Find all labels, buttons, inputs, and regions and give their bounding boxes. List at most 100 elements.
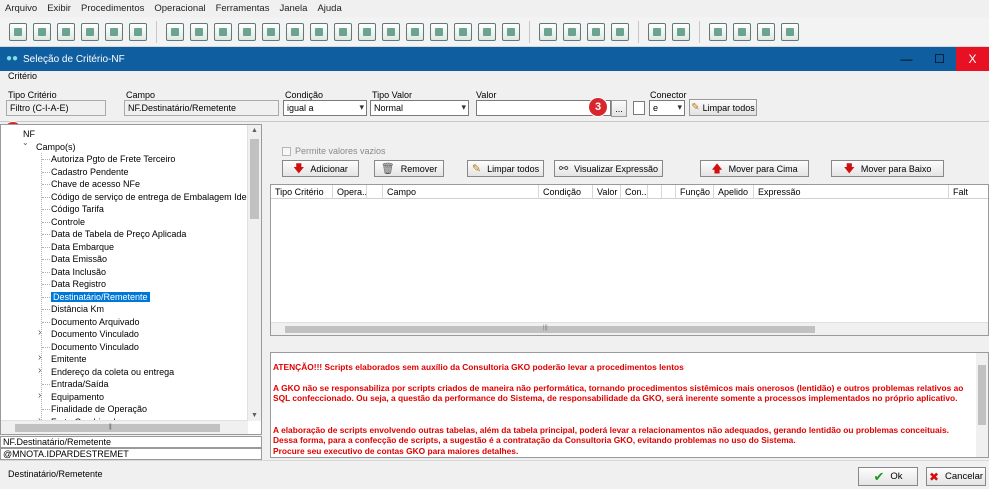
tree-node[interactable]: Chave de acesso NFe [51,178,140,191]
expand-icon[interactable]: › [38,352,41,363]
mover-cima-button[interactable]: 🡅 Mover para Cima [700,160,809,177]
toolbar-button[interactable] [406,22,424,41]
toolbar-button[interactable] [502,22,520,41]
toolbar-button[interactable] [672,22,690,41]
toolbar-button[interactable] [781,22,799,41]
tree-node-group[interactable]: Campo(s) [36,141,76,154]
expand-icon[interactable]: › [38,327,41,338]
toolbar-button[interactable] [611,22,629,41]
toolbar-button[interactable] [454,22,472,41]
toolbar-button[interactable] [648,22,666,41]
toolbar-button[interactable] [430,22,448,41]
grid-column-header[interactable]: Apelido [714,185,754,199]
grid-horizontal-scrollbar[interactable]: ||| [271,322,988,335]
tipo-valor-select[interactable]: Normal [370,100,469,116]
condicao-select[interactable]: igual a [283,100,367,116]
close-button[interactable]: X [956,47,989,71]
tree-node[interactable]: Cadastro Pendente [51,166,129,179]
maximize-button[interactable]: ☐ [923,47,956,71]
tree-node[interactable]: Equipamento [51,391,104,404]
tree-node[interactable]: Endereço da coleta ou entrega [51,366,174,379]
scroll-thumb[interactable] [15,424,220,432]
grid-column-header[interactable]: Função [676,185,714,199]
toolbar-button[interactable] [709,22,727,41]
grid-column-header[interactable]: Tipo Critério [271,185,333,199]
limpar-todos-top-button[interactable]: ✎ Limpar todos [689,99,757,116]
menu-operacional[interactable]: Operacional [149,3,210,14]
grid-column-header[interactable]: Opera... [333,185,367,199]
toolbar-button[interactable] [286,22,304,41]
scroll-up-icon[interactable]: ▲ [251,127,258,134]
scroll-thumb[interactable] [978,365,986,425]
toolbar-button[interactable] [757,22,775,41]
menu-exibir[interactable]: Exibir [42,3,76,14]
expand-icon[interactable]: › [38,390,41,401]
toolbar-button[interactable] [105,22,123,41]
toolbar-button[interactable] [478,22,496,41]
campo-field[interactable]: NF.Destinatário/Remetente [124,100,279,116]
toolbar-button[interactable] [238,22,256,41]
toolbar-button[interactable] [382,22,400,41]
mover-baixo-button[interactable]: 🡇 Mover para Baixo [831,160,944,177]
tree-node[interactable]: Documento Arquivado [51,316,140,329]
toolbar-button[interactable] [539,22,557,41]
tree-node[interactable]: Data Embarque [51,241,114,254]
toolbar-button[interactable] [129,22,147,41]
valor-browse-button[interactable]: ... [611,100,627,117]
toolbar-button[interactable] [563,22,581,41]
minimize-button[interactable]: — [890,47,923,71]
tree-node-selected[interactable]: Destinatário/Remetente [51,291,150,304]
toolbar-button[interactable] [57,22,75,41]
remover-button[interactable]: 🗑 Remover [374,160,444,177]
menu-ajuda[interactable]: Ajuda [312,3,346,14]
toolbar-button[interactable] [33,22,51,41]
menu-arquivo[interactable]: Arquivo [0,3,42,14]
tree-node[interactable]: Data Inclusão [51,266,106,279]
toolbar-button[interactable] [214,22,232,41]
toolbar-button[interactable] [262,22,280,41]
tree-node[interactable]: Documento Vinculado [51,341,139,354]
limpar-todos-button[interactable]: ✎ Limpar todos [467,160,544,177]
adicionar-button[interactable]: 🡇 Adicionar [282,160,359,177]
toolbar-button[interactable] [733,22,751,41]
tree-node[interactable]: Data Emissão [51,253,107,266]
warning-vertical-scrollbar[interactable] [976,353,988,457]
permite-vazios-checkbox[interactable] [282,147,291,156]
grid-column-header[interactable]: Falt [949,185,988,199]
scroll-down-icon[interactable]: ▼ [251,412,258,419]
criteria-grid[interactable]: Tipo Critério Opera... Campo Condição Valor C… [270,184,989,336]
grid-column-header[interactable]: Valor [593,185,621,199]
toolbar-button[interactable] [358,22,376,41]
conector-select[interactable]: e [649,100,685,116]
conector-checkbox[interactable] [633,101,645,115]
tree-node[interactable]: Entrada/Saída [51,378,109,391]
menu-ferramentas[interactable]: Ferramentas [211,3,275,14]
collapse-icon[interactable]: ⌄ [22,138,29,147]
tree-node[interactable]: Emitente [51,353,87,366]
ok-button[interactable]: ✔ Ok [858,467,918,486]
toolbar-button[interactable] [166,22,184,41]
field-tree[interactable]: NF ⌄ Campo(s) Autoriza Pgto de Frete Tercei… [0,124,262,435]
toolbar-button[interactable] [190,22,208,41]
expand-icon[interactable]: › [38,365,41,376]
tree-node[interactable]: Código Tarifa [51,203,104,216]
scroll-thumb[interactable] [250,139,259,219]
tree-node[interactable]: Código de serviço de entrega de Embalage… [51,191,261,204]
grid-column-header[interactable]: Con... [621,185,648,199]
tree-horizontal-scrollbar[interactable]: ||| [1,420,248,434]
scroll-thumb[interactable] [285,326,815,333]
toolbar-button[interactable] [587,22,605,41]
cancelar-button[interactable]: ✖ Cancelar [926,467,986,486]
tipo-criterio-field[interactable]: Filtro (C-I-A-E) [6,100,106,116]
tree-node[interactable]: Controle [51,216,85,229]
grid-column-header[interactable]: Expressão [754,185,949,199]
tree-node[interactable]: Documento Vinculado [51,328,139,341]
tree-node[interactable]: Distância Km [51,303,104,316]
tree-node[interactable]: Autoriza Pgto de Frete Terceiro [51,153,175,166]
grid-column-header[interactable] [662,185,676,199]
tree-vertical-scrollbar[interactable]: ▲ ▼ [247,125,261,421]
menu-janela[interactable]: Janela [274,3,312,14]
grid-column-header[interactable]: Condição [539,185,593,199]
tree-node[interactable]: Data Registro [51,278,106,291]
grid-column-header[interactable] [648,185,662,199]
